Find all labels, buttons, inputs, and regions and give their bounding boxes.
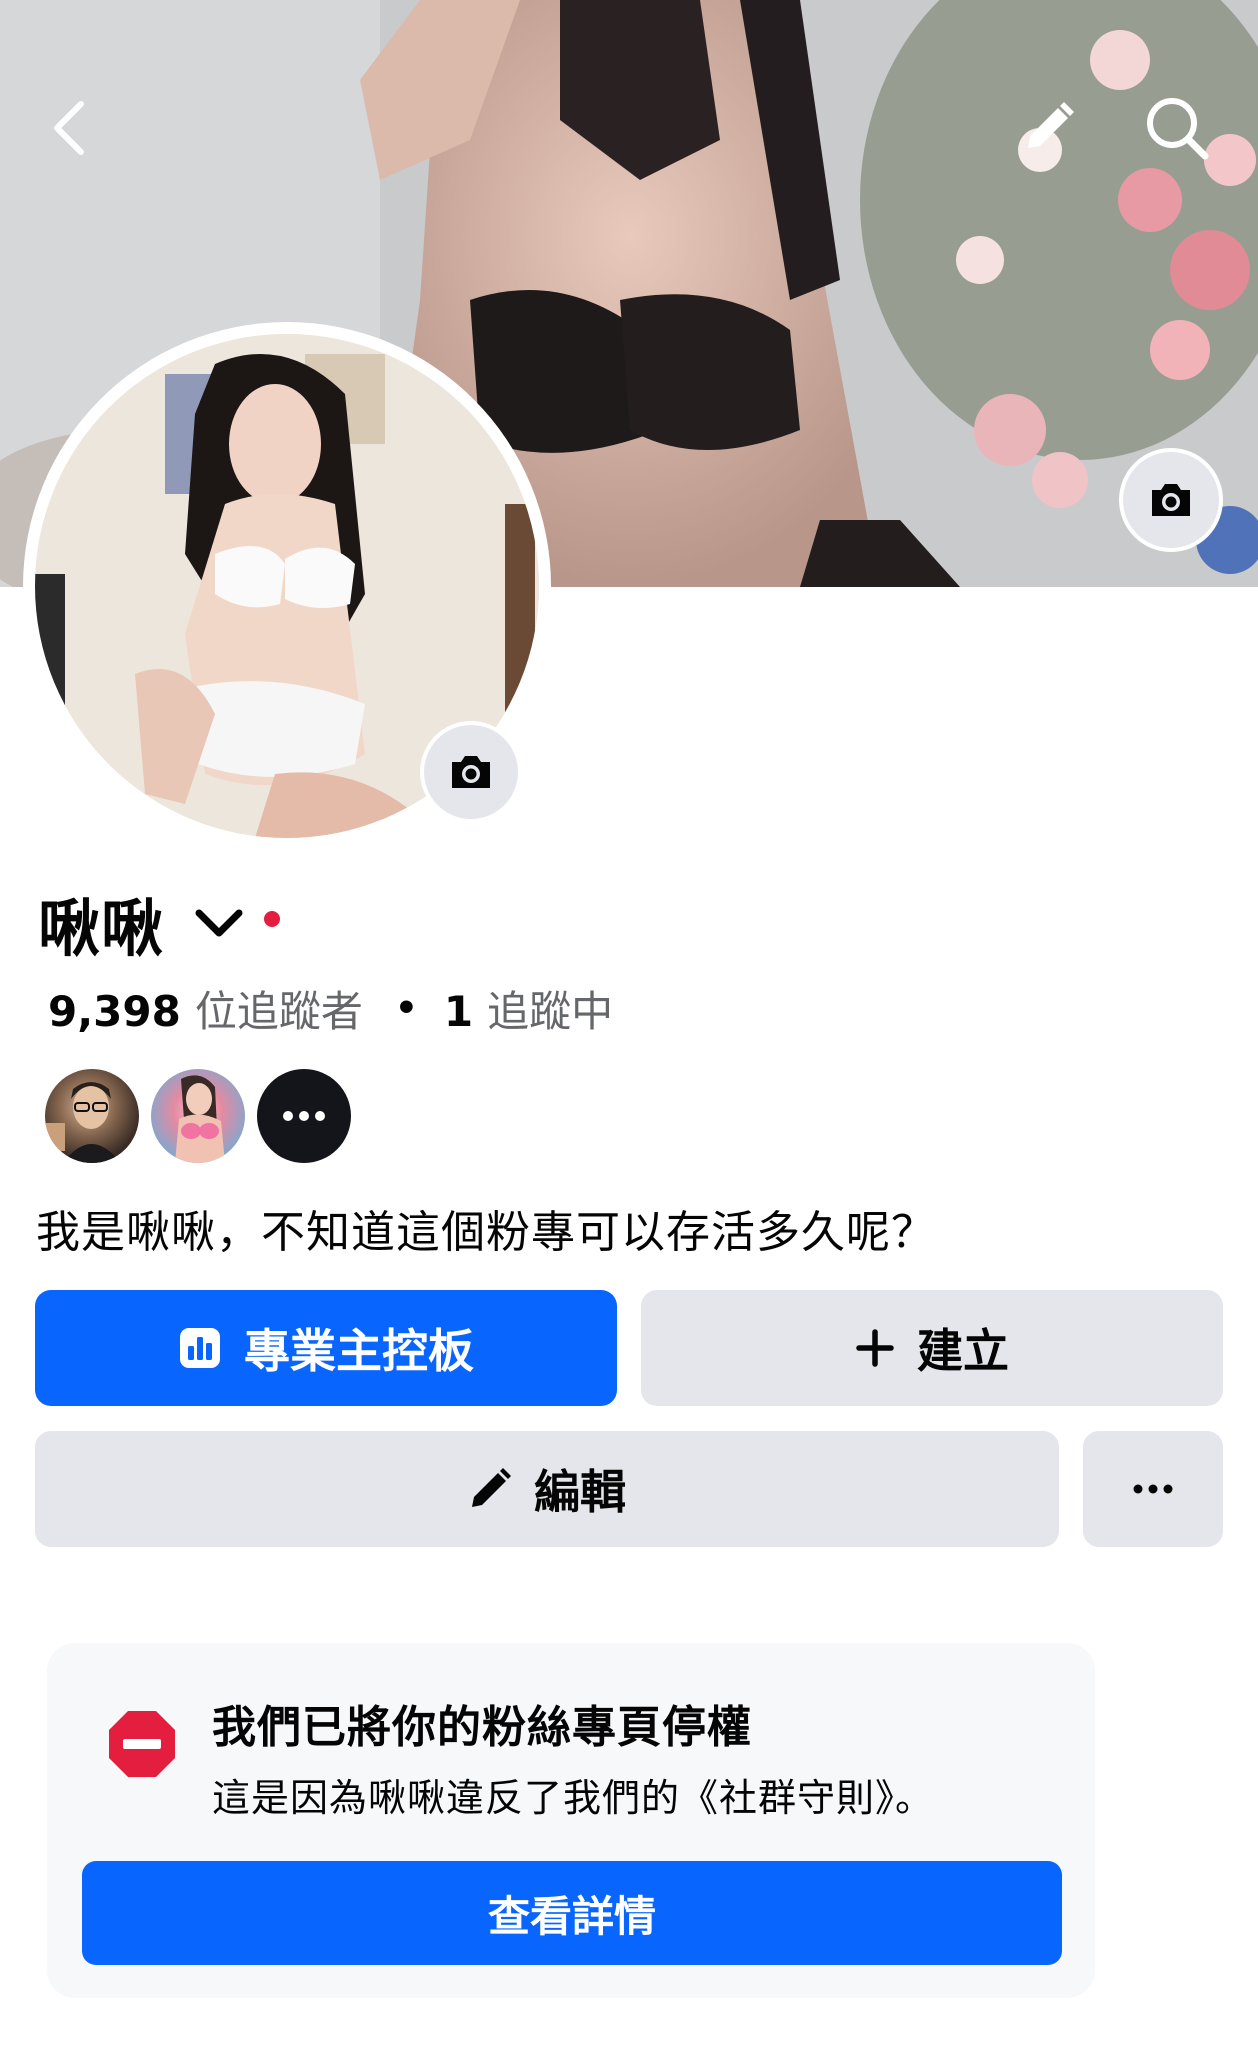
create-button[interactable]: 建立 [641,1290,1223,1406]
page-bio: 我是啾啾，不知道這個粉專可以存活多久呢？ [36,1207,936,1258]
notification-dot [264,911,281,927]
pencil-icon [1028,102,1074,148]
change-cover-photo-button[interactable] [1119,448,1223,552]
edit-cover-button[interactable] [1003,83,1093,173]
more-horizontal-icon [1133,1484,1173,1494]
notice-title: 我們已將你的粉絲專頁停權 [212,1702,752,1753]
chevron-down-icon [195,909,243,937]
page-restricted-notice: 我們已將你的粉絲專頁停權 這是因為啾啾違反了我們的《社群守則》。 查看詳情 [47,1643,1095,1998]
page-name: 啾啾 [38,892,165,965]
search-icon [1147,98,1209,160]
follower-avatar-art [175,1075,225,1163]
stop-sign-icon [109,1711,175,1777]
switch-profile-button[interactable] [192,896,246,950]
notice-body: 這是因為啾啾違反了我們的《社群守則》。 [212,1776,935,1820]
following-link[interactable]: 1 追蹤中 [444,978,613,1039]
more-icon [283,1111,325,1121]
plus-icon [855,1328,895,1368]
create-label: 建立 [917,1324,1009,1378]
follow-stats: 9,398 位追蹤者 • 1 追蹤中 [48,980,613,1036]
followers-label: 位追蹤者 [194,986,363,1036]
dashboard-label: 專業主控板 [244,1324,474,1378]
follower-avatar-art [45,1082,121,1163]
pencil-icon [468,1467,512,1511]
camera-icon [452,756,490,788]
edit-page-button[interactable]: 編輯 [35,1431,1059,1547]
view-details-label: 查看詳情 [487,1891,656,1941]
page-name-row: 啾啾 [38,882,281,965]
following-count: 1 [443,986,474,1036]
following-label: 追蹤中 [487,986,614,1036]
dashboard-chart-icon [178,1326,222,1370]
chevron-left-icon [54,101,84,155]
profile-page: 啾啾 9,398 位追蹤者 • 1 追蹤中 我是啾啾，不知道這個粉專可以存活多久… [0,0,1258,2048]
more-options-button[interactable] [1083,1431,1223,1547]
stats-separator: • [394,987,418,1029]
followers-link[interactable]: 9,398 位追蹤者 [48,978,363,1039]
camera-icon [1152,484,1190,516]
followers-count: 9,398 [48,986,181,1036]
follower-avatars[interactable] [45,1068,363,1164]
professional-dashboard-button[interactable]: 專業主控板 [35,1290,617,1406]
follower-avatar[interactable] [45,1069,139,1163]
change-profile-picture-button[interactable] [420,721,522,823]
follower-avatar[interactable] [151,1069,245,1163]
more-followers-button[interactable] [257,1069,351,1163]
back-button[interactable] [24,83,114,173]
search-button[interactable] [1132,83,1222,173]
view-details-button[interactable]: 查看詳情 [82,1861,1062,1965]
edit-label: 編輯 [534,1465,626,1519]
